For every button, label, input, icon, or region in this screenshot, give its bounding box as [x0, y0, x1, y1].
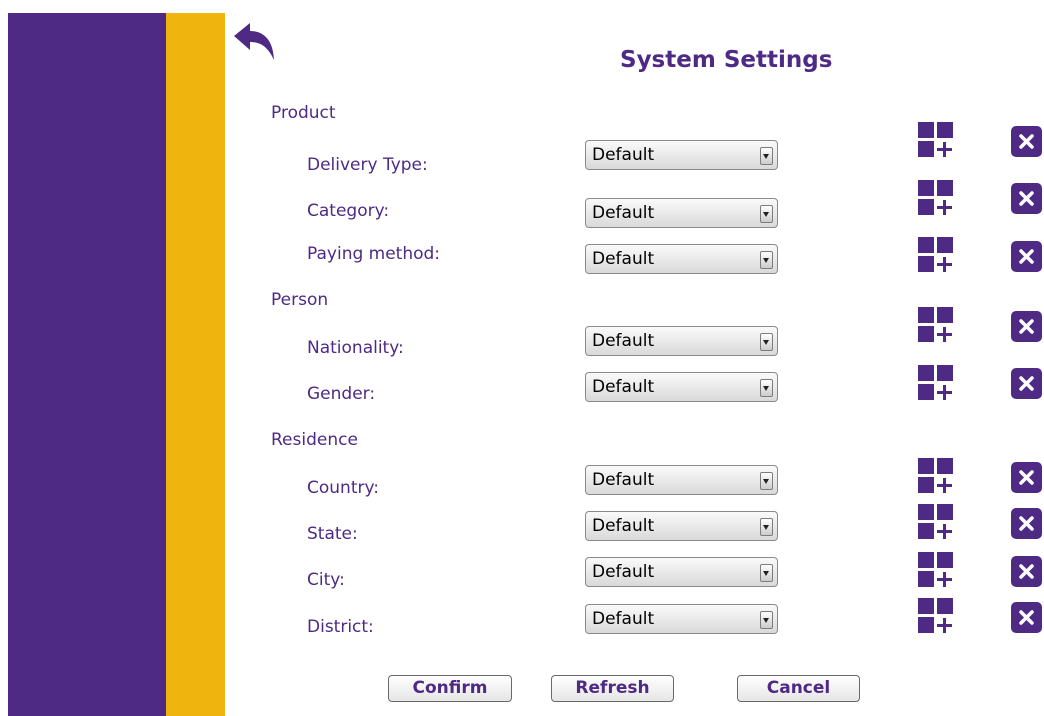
delete-city-button[interactable]	[1011, 556, 1042, 587]
add-delivery-type-button[interactable]	[918, 122, 956, 160]
close-icon	[1019, 564, 1034, 579]
dropdown-arrow-icon	[760, 564, 773, 582]
add-grid-icon	[918, 552, 953, 587]
close-icon	[1019, 610, 1034, 625]
refresh-button[interactable]: Refresh	[551, 675, 674, 702]
delete-country-button[interactable]	[1011, 462, 1042, 493]
dropdown-arrow-icon	[760, 251, 773, 269]
delete-district-button[interactable]	[1011, 602, 1042, 633]
add-city-button[interactable]	[918, 552, 956, 590]
add-state-button[interactable]	[918, 504, 956, 542]
select-value: Default	[592, 609, 655, 629]
section-residence-label: Residence	[271, 430, 358, 450]
field-label-country: Country:	[307, 478, 380, 498]
dropdown-arrow-icon	[760, 611, 773, 629]
field-label-state: State:	[307, 524, 358, 544]
field-label-nationality: Nationality:	[307, 338, 404, 358]
delete-paying-method-button[interactable]	[1011, 241, 1042, 272]
select-value: Default	[592, 516, 655, 536]
gender-select[interactable]: Default	[585, 372, 778, 402]
dropdown-arrow-icon	[760, 518, 773, 536]
close-icon	[1019, 249, 1034, 264]
district-select[interactable]: Default	[585, 604, 778, 634]
state-select[interactable]: Default	[585, 511, 778, 541]
field-label-delivery-type: Delivery Type:	[307, 155, 428, 175]
select-value: Default	[592, 203, 655, 223]
select-value: Default	[592, 377, 655, 397]
add-grid-icon	[918, 504, 953, 539]
select-value: Default	[592, 470, 655, 490]
close-icon	[1019, 376, 1034, 391]
delivery-type-select[interactable]: Default	[585, 140, 778, 170]
add-gender-button[interactable]	[918, 365, 956, 403]
select-value: Default	[592, 562, 655, 582]
add-grid-icon	[918, 122, 953, 157]
field-label-paying-method: Paying method:	[307, 244, 441, 264]
add-grid-icon	[918, 458, 953, 493]
add-grid-icon	[918, 365, 953, 400]
close-icon	[1019, 134, 1034, 149]
section-product-label: Product	[271, 103, 336, 123]
close-icon	[1019, 191, 1034, 206]
delete-nationality-button[interactable]	[1011, 311, 1042, 342]
add-district-button[interactable]	[918, 598, 956, 636]
city-select[interactable]: Default	[585, 557, 778, 587]
field-label-category: Category:	[307, 201, 390, 221]
delete-category-button[interactable]	[1011, 183, 1042, 214]
dropdown-arrow-icon	[760, 147, 773, 165]
field-label-city: City:	[307, 570, 345, 590]
select-value: Default	[592, 145, 655, 165]
category-select[interactable]: Default	[585, 198, 778, 228]
dropdown-arrow-icon	[760, 205, 773, 223]
add-country-button[interactable]	[918, 458, 956, 496]
delete-state-button[interactable]	[1011, 508, 1042, 539]
cancel-button[interactable]: Cancel	[737, 675, 860, 702]
section-person-label: Person	[271, 290, 329, 310]
nationality-select[interactable]: Default	[585, 326, 778, 356]
dropdown-arrow-icon	[760, 333, 773, 351]
country-select[interactable]: Default	[585, 465, 778, 495]
paying-method-select[interactable]: Default	[585, 244, 778, 274]
back-arrow-icon	[234, 23, 274, 60]
confirm-button[interactable]: Confirm	[388, 675, 512, 702]
page-title: System Settings	[620, 47, 833, 73]
add-paying-method-button[interactable]	[918, 237, 956, 275]
sidebar-panel	[8, 13, 166, 716]
select-value: Default	[592, 249, 655, 269]
delete-delivery-type-button[interactable]	[1011, 126, 1042, 157]
add-grid-icon	[918, 180, 953, 215]
dropdown-arrow-icon	[760, 379, 773, 397]
dropdown-arrow-icon	[760, 472, 773, 490]
add-nationality-button[interactable]	[918, 307, 956, 345]
add-grid-icon	[918, 307, 953, 342]
add-grid-icon	[918, 598, 953, 633]
add-category-button[interactable]	[918, 180, 956, 218]
field-label-district: District:	[307, 617, 374, 637]
field-label-gender: Gender:	[307, 384, 376, 404]
close-icon	[1019, 319, 1034, 334]
accent-stripe	[166, 13, 225, 716]
close-icon	[1019, 470, 1034, 485]
select-value: Default	[592, 331, 655, 351]
add-grid-icon	[918, 237, 953, 272]
close-icon	[1019, 516, 1034, 531]
back-button[interactable]	[233, 22, 277, 62]
delete-gender-button[interactable]	[1011, 368, 1042, 399]
